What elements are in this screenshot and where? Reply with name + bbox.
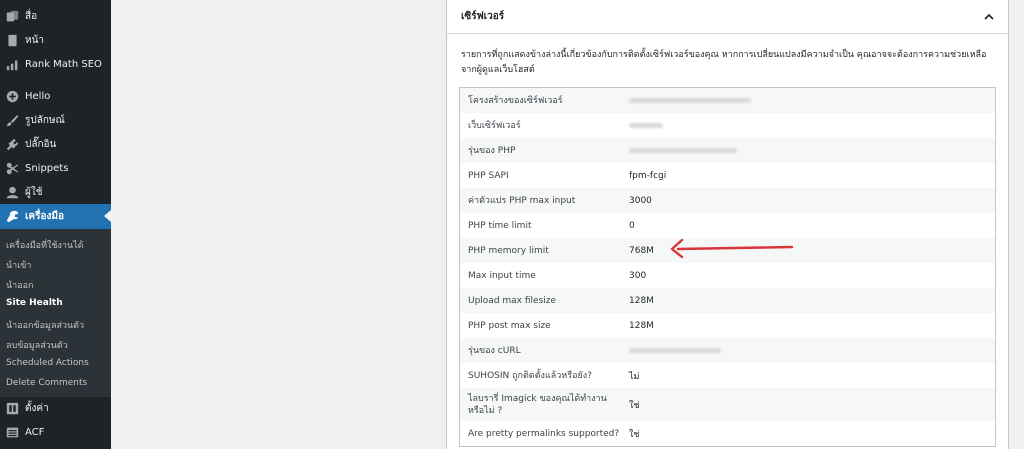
plugins-icon: [5, 137, 19, 151]
row-value-redacted: [629, 96, 751, 106]
panel-description: รายการที่ถูกแสดงข้างล่างนี้เกี่ยวข้องกับ…: [461, 50, 987, 75]
snippets-icon: [5, 161, 19, 175]
row-label: เว็บเซิร์ฟเวอร์: [468, 120, 521, 131]
row-value-redacted: [629, 121, 663, 131]
menu-appearance-label: รูปลักษณ์: [25, 114, 65, 126]
acf-icon: [5, 425, 19, 439]
row-label: Are pretty permalinks supported?: [468, 428, 620, 439]
row-value-redacted: [629, 146, 737, 156]
row-label: PHP time limit: [468, 220, 532, 231]
hello-icon: [5, 89, 19, 103]
server-info-table: โครงสร้างของเซิร์ฟเวอร์ เว็บเซิร์ฟเวอร์ …: [459, 87, 996, 447]
table-row: เว็บเซิร์ฟเวอร์: [460, 113, 995, 138]
row-value: 3000: [629, 195, 652, 206]
row-label: PHP memory limit: [468, 245, 549, 256]
admin-sidebar: สื่อ หน้า Rank Math SEO Hello รูปลักษณ์ …: [0, 0, 111, 449]
table-row: PHP time limit 0: [460, 213, 995, 238]
submenu-scheduled-actions[interactable]: Scheduled Actions: [6, 358, 89, 368]
row-label: Max input time: [468, 270, 536, 281]
row-value: ไม่: [629, 371, 640, 382]
menu-acf[interactable]: ACF: [0, 420, 111, 444]
menu-snippets[interactable]: Snippets: [0, 156, 111, 180]
pages-icon: [5, 33, 19, 47]
row-label: PHP SAPI: [468, 170, 509, 181]
table-row: Are pretty permalinks supported? ใช่: [460, 421, 995, 446]
row-label: ค่าตัวแปร PHP max input: [468, 195, 576, 206]
table-row: รุ่นของ cURL: [460, 338, 995, 363]
appearance-icon: [5, 113, 19, 127]
row-value: 128M: [629, 295, 654, 306]
menu-media[interactable]: สื่อ: [0, 4, 111, 28]
table-row: ค่าตัวแปร PHP max input 3000: [460, 188, 995, 213]
table-row: ไลบรารี่ Imagick ของคุณได้ทำงานหรือไม่ ?…: [460, 388, 995, 421]
table-row: Upload max filesize 128M: [460, 288, 995, 313]
menu-plugins[interactable]: ปลั๊กอิน: [0, 132, 111, 156]
table-row: โครงสร้างของเซิร์ฟเวอร์: [460, 88, 995, 113]
submenu-export-personal-data[interactable]: นำออกข้อมูลส่วนตัว: [6, 318, 84, 332]
media-icon: [5, 9, 19, 23]
table-row: PHP SAPI fpm-fcgi: [460, 163, 995, 188]
row-label: รุ่นของ cURL: [468, 345, 521, 356]
submenu-delete-comments[interactable]: Delete Comments: [6, 378, 87, 388]
row-label: ไลบรารี่ Imagick ของคุณได้ทำงานหรือไม่ ?: [468, 393, 607, 416]
table-row: Max input time 300: [460, 263, 995, 288]
menu-users[interactable]: ผู้ใช้: [0, 180, 111, 204]
table-row: รุ่นของ PHP: [460, 138, 995, 163]
menu-tools-label: เครื่องมือ: [25, 211, 64, 222]
users-icon: [5, 185, 19, 199]
menu-acf-label: ACF: [25, 426, 45, 438]
server-info-panel: เซิร์ฟเวอร์ รายการที่ถูกแสดงข้างล่างนี้เ…: [446, 0, 1009, 449]
menu-plugins-label: ปลั๊กอิน: [25, 138, 57, 150]
tools-submenu: เครื่องมือที่ใช้งานได้ นำเข้า นำออก Site…: [0, 229, 111, 397]
rank-math-icon: [5, 57, 19, 71]
submenu-available-tools[interactable]: เครื่องมือที่ใช้งานได้: [6, 238, 83, 252]
row-value: 128M: [629, 320, 654, 331]
row-label: รุ่นของ PHP: [468, 145, 516, 156]
chevron-up-icon[interactable]: [983, 8, 995, 20]
table-row: SUHOSIN ถูกติดตั้งแล้วหรือยัง? ไม่: [460, 363, 995, 388]
red-arrow-annotation: [670, 238, 794, 259]
menu-pages-label: หน้า: [25, 34, 45, 46]
submenu-export[interactable]: นำออก: [6, 278, 33, 292]
menu-tools[interactable]: เครื่องมือ: [0, 204, 111, 229]
menu-rank-math[interactable]: Rank Math SEO: [0, 52, 111, 76]
row-value: 300: [629, 270, 647, 281]
row-label: PHP post max size: [468, 320, 551, 331]
row-label: โครงสร้างของเซิร์ฟเวอร์: [468, 95, 563, 106]
menu-hello[interactable]: Hello: [0, 84, 111, 108]
row-value: ใช่: [629, 400, 640, 411]
row-value: fpm-fcgi: [629, 170, 667, 181]
menu-pages[interactable]: หน้า: [0, 28, 111, 52]
submenu-erase-personal-data[interactable]: ลบข้อมูลส่วนตัว: [6, 338, 68, 352]
menu-settings-label: ตั้งค่า: [25, 402, 49, 414]
panel-divider: [447, 33, 1008, 34]
panel-title: เซิร์ฟเวอร์: [461, 11, 505, 22]
menu-rank-math-label: Rank Math SEO: [25, 58, 102, 70]
row-label: Upload max filesize: [468, 295, 557, 306]
menu-media-label: สื่อ: [25, 10, 38, 22]
row-value-redacted: [629, 346, 721, 356]
table-row: PHP post max size 128M: [460, 313, 995, 338]
menu-hello-label: Hello: [25, 90, 51, 102]
row-value: 768M: [629, 245, 654, 256]
row-value: 0: [629, 220, 635, 231]
settings-icon: [5, 401, 19, 415]
menu-users-label: ผู้ใช้: [25, 186, 43, 198]
tools-icon: [5, 210, 19, 224]
row-value: ใช่: [629, 429, 640, 440]
row-label: SUHOSIN ถูกติดตั้งแล้วหรือยัง?: [468, 370, 592, 381]
menu-appearance[interactable]: รูปลักษณ์: [0, 108, 111, 132]
submenu-site-health[interactable]: Site Health: [6, 298, 63, 308]
submenu-import[interactable]: นำเข้า: [6, 258, 32, 272]
menu-settings[interactable]: ตั้งค่า: [0, 396, 111, 420]
menu-snippets-label: Snippets: [25, 162, 69, 174]
